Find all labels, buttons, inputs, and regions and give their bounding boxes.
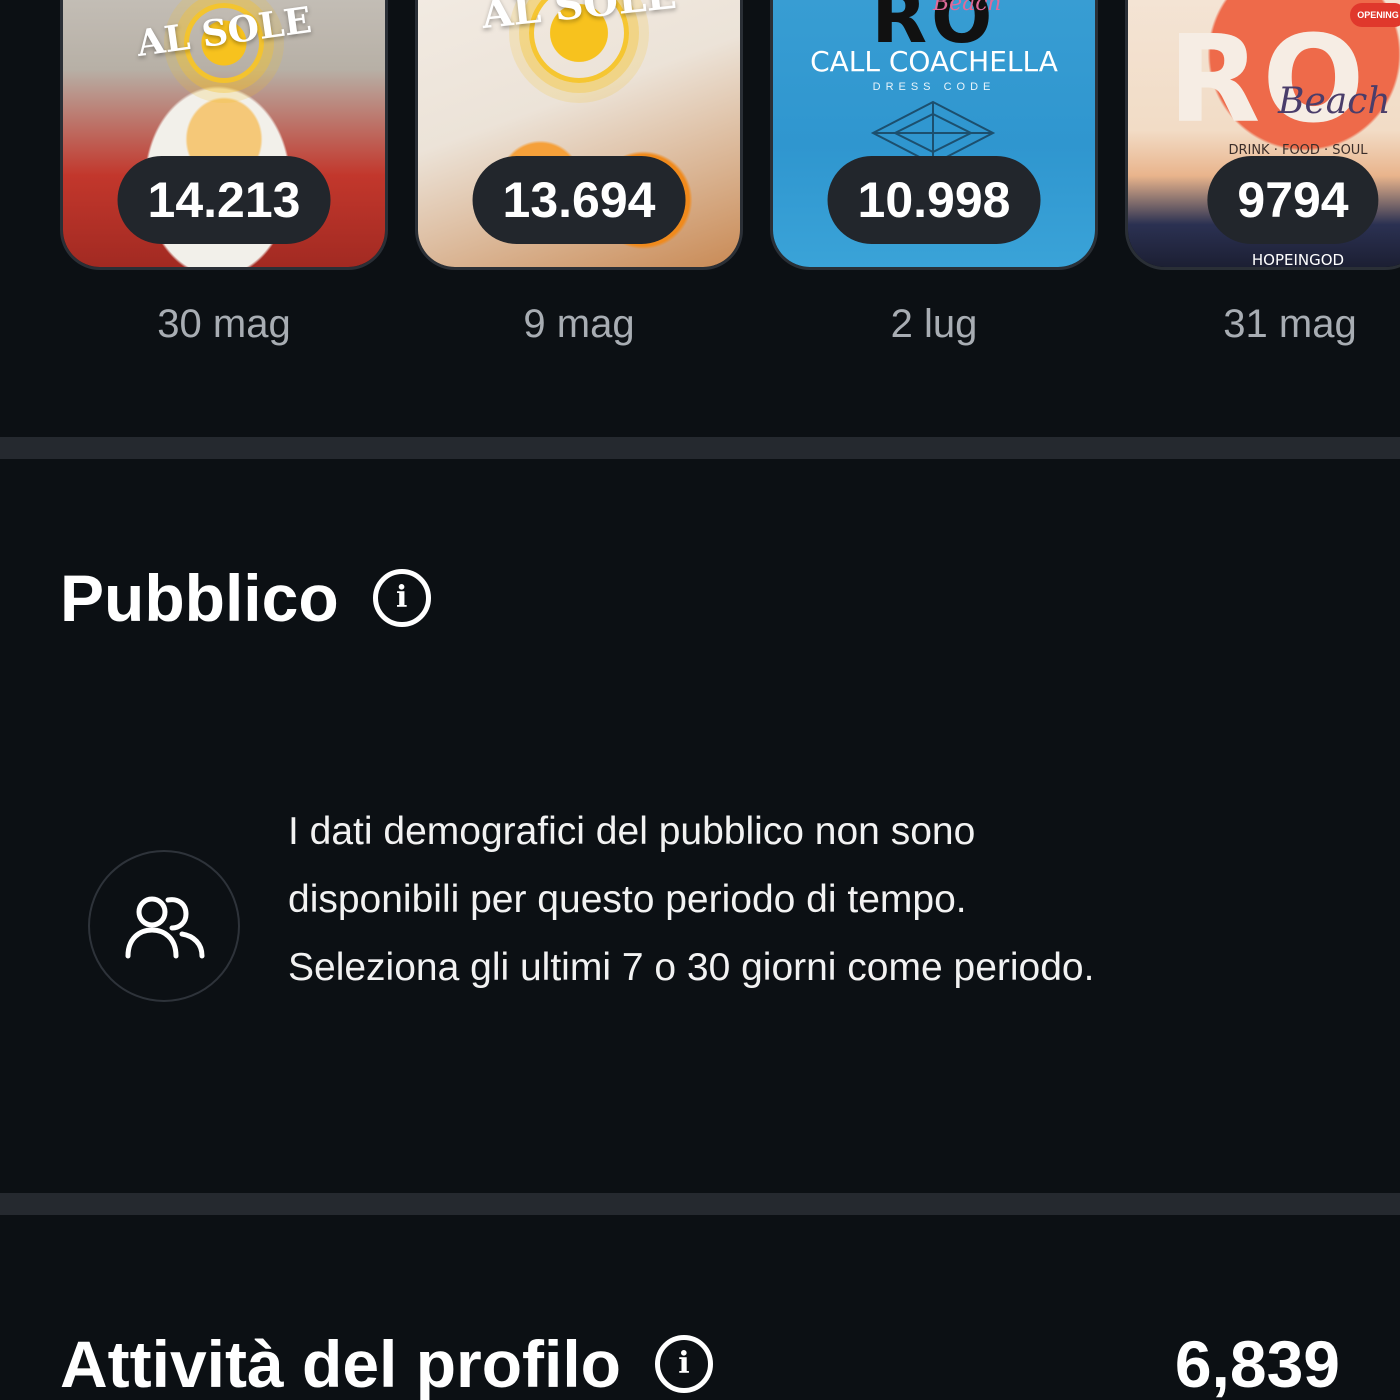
profile-activity-value: 6,839 (1174, 1327, 1340, 1400)
audience-icon-container (88, 850, 240, 1002)
story-view-count: 10.998 (827, 156, 1041, 244)
profile-activity-title: Attività del profilo i (60, 1326, 713, 1400)
audience-title-text: Pubblico (60, 561, 339, 635)
story-date: 2 lug (890, 302, 978, 346)
info-icon[interactable]: i (372, 569, 431, 627)
story-thumbnail[interactable]: OPENING RO Beach DRINK · FOOD · SOUL HOP… (1125, 0, 1400, 270)
story-poster-footer: HOPEINGOD (1251, 251, 1345, 269)
story-thumbnail[interactable]: RO Beach CALL COACHELLA DRESS CODE 10.99… (770, 0, 1098, 270)
insights-page: AL SOLE 14.213 30 mag AL SOLE 13.694 9 m… (0, 0, 1400, 1400)
story-thumbnail[interactable]: AL SOLE 13.694 (415, 0, 743, 270)
audience-section-title: Pubblico i (60, 560, 431, 636)
info-icon[interactable]: i (655, 1335, 713, 1393)
users-icon (125, 896, 205, 959)
story-date: 30 mag (157, 302, 291, 346)
story-view-count: 9794 (1207, 156, 1379, 244)
story-view-count: 14.213 (117, 156, 331, 244)
section-divider (0, 1193, 1400, 1215)
story-poster-script: Beach (1278, 81, 1391, 122)
story-poster-headline: CALL COACHELLA (810, 45, 1058, 78)
profile-activity-title-text: Attività del profilo (60, 1327, 621, 1400)
story-thumbnail[interactable]: AL SOLE 14.213 (60, 0, 388, 270)
story-poster-subline: DRESS CODE (872, 81, 996, 93)
section-divider (0, 437, 1400, 459)
audience-unavailable-message: I dati demografici del pubblico non sono… (288, 810, 1095, 989)
story-date: 31 mag (1223, 302, 1357, 346)
story-view-count: 13.694 (472, 156, 686, 244)
story-poster-script: Beach (933, 0, 1002, 16)
story-date: 9 mag (523, 302, 635, 346)
